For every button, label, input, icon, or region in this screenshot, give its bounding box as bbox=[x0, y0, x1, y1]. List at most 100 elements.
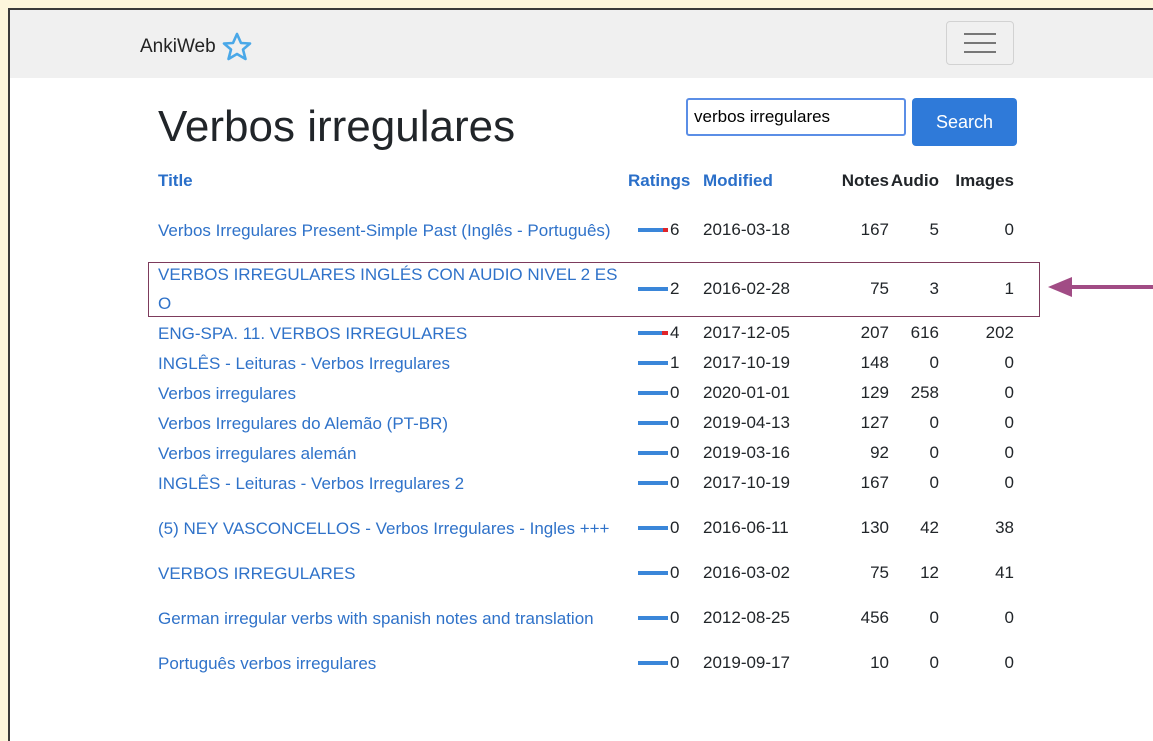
images-count: 0 bbox=[1004, 353, 1014, 372]
rating-count: 0 bbox=[670, 413, 680, 432]
brand[interactable]: AnkiWeb bbox=[140, 30, 254, 64]
search-button[interactable]: Search bbox=[912, 98, 1017, 146]
modified-date: 2019-04-13 bbox=[703, 413, 790, 432]
rating-bar bbox=[638, 287, 668, 291]
audio-count: 0 bbox=[929, 608, 939, 627]
rating-bar bbox=[638, 616, 668, 620]
audio-count: 42 bbox=[920, 518, 939, 537]
notes-count: 10 bbox=[870, 653, 889, 672]
modified-date: 2017-12-05 bbox=[703, 323, 790, 342]
deck-title-link[interactable]: VERBOS IRREGULARES bbox=[158, 559, 628, 588]
search-input[interactable] bbox=[686, 98, 906, 136]
notes-count: 92 bbox=[870, 443, 889, 462]
rating-bar bbox=[638, 228, 668, 232]
table-row: Verbos irregulares alemán 0 2019-03-16 92 0 0 bbox=[158, 438, 1014, 468]
table-row: ENG-SPA. 11. VERBOS IRREGULARES 4 2017-12-… bbox=[158, 318, 1014, 348]
results-table: Title Ratings Modified Notes Audio Image… bbox=[158, 162, 1014, 678]
audio-count: 12 bbox=[920, 563, 939, 582]
rating-count: 0 bbox=[670, 518, 680, 537]
audio-count: 616 bbox=[910, 323, 939, 342]
star-outline-icon bbox=[222, 32, 251, 61]
modified-date: 2016-03-18 bbox=[703, 220, 790, 239]
modified-date: 2017-10-19 bbox=[703, 473, 790, 492]
images-count: 38 bbox=[995, 518, 1014, 537]
header-audio: Audio bbox=[890, 171, 939, 190]
images-count: 0 bbox=[1004, 653, 1014, 672]
deck-title-link[interactable]: VERBOS IRREGULARES INGLÉS CON AUDIO NIVE… bbox=[158, 260, 628, 318]
modified-date: 2016-03-02 bbox=[703, 563, 790, 582]
sort-title-link[interactable]: Title bbox=[158, 171, 193, 190]
rating-cell: 0 bbox=[628, 498, 703, 558]
audio-count: 0 bbox=[929, 653, 939, 672]
rating-cell: 0 bbox=[628, 648, 703, 678]
modified-date: 2019-03-16 bbox=[703, 443, 790, 462]
deck-title-link[interactable]: (5) NEY VASCONCELLOS - Verbos Irregulare… bbox=[158, 514, 628, 543]
sort-modified-link[interactable]: Modified bbox=[703, 171, 773, 190]
audio-count: 3 bbox=[929, 279, 939, 298]
deck-title-link[interactable]: Verbos Irregulares do Alemão (PT-BR) bbox=[158, 409, 628, 438]
rating-count: 1 bbox=[670, 353, 680, 372]
deck-title-cell: Verbos Irregulares Present-Simple Past (… bbox=[158, 200, 628, 260]
notes-count: 456 bbox=[860, 608, 889, 627]
modified-date: 2016-06-11 bbox=[703, 518, 789, 537]
hamburger-menu-button[interactable] bbox=[946, 21, 1014, 65]
notes-count: 129 bbox=[860, 383, 889, 402]
navbar: AnkiWeb bbox=[10, 10, 1153, 78]
rating-cell: 1 bbox=[628, 348, 703, 378]
table-row: INGLÊS - Leituras - Verbos Irregulares 1 2… bbox=[158, 348, 1014, 378]
table-row: Verbos Irregulares Present-Simple Past (… bbox=[158, 200, 1014, 260]
header-title[interactable]: Title bbox=[158, 162, 628, 200]
audio-count: 258 bbox=[910, 383, 939, 402]
rating-cell: 4 bbox=[628, 318, 703, 348]
page-title: Verbos irregulares bbox=[158, 102, 516, 151]
table-row: VERBOS IRREGULARES INGLÉS CON AUDIO NIVE… bbox=[158, 260, 1014, 318]
rating-count: 0 bbox=[670, 383, 680, 402]
audio-count: 5 bbox=[929, 220, 939, 239]
rating-count: 2 bbox=[670, 279, 680, 298]
header-notes: Notes bbox=[841, 171, 889, 190]
deck-title-link[interactable]: INGLÊS - Leituras - Verbos Irregulares 2 bbox=[158, 469, 628, 498]
images-count: 1 bbox=[1004, 279, 1014, 298]
deck-title-link[interactable]: Verbos irregulares alemán bbox=[158, 439, 628, 468]
modified-date: 2020-01-01 bbox=[703, 383, 790, 402]
table-row: VERBOS IRREGULARES 0 2016-03-02 75 12 41 bbox=[158, 558, 1014, 588]
brand-name[interactable]: AnkiWeb bbox=[140, 36, 216, 58]
rating-cell: 0 bbox=[628, 438, 703, 468]
deck-title-link[interactable]: Verbos irregulares bbox=[158, 379, 628, 408]
hamburger-menu-icon bbox=[964, 51, 996, 53]
header-ratings[interactable]: Ratings bbox=[628, 162, 703, 200]
rating-bar bbox=[638, 661, 668, 665]
modified-date: 2012-08-25 bbox=[703, 608, 790, 627]
rating-bar bbox=[638, 331, 668, 335]
deck-title-cell: German irregular verbs with spanish note… bbox=[158, 588, 628, 648]
images-count: 0 bbox=[1004, 413, 1014, 432]
deck-title-link[interactable]: ENG-SPA. 11. VERBOS IRREGULARES bbox=[158, 319, 628, 348]
rating-cell: 0 bbox=[628, 408, 703, 438]
notes-count: 75 bbox=[870, 279, 889, 298]
deck-title-cell: Verbos irregulares bbox=[158, 378, 628, 408]
rating-count: 6 bbox=[670, 220, 680, 239]
header-modified[interactable]: Modified bbox=[703, 162, 821, 200]
deck-title-link[interactable]: Verbos Irregulares Present-Simple Past (… bbox=[158, 216, 628, 245]
table-row: Verbos irregulares 0 2020-01-01 129 258 0 bbox=[158, 378, 1014, 408]
rating-count: 0 bbox=[670, 608, 680, 627]
notes-count: 207 bbox=[860, 323, 889, 342]
images-count: 0 bbox=[1004, 383, 1014, 402]
rating-bar-negative bbox=[663, 228, 668, 232]
table-row: Verbos Irregulares do Alemão (PT-BR) 0 201… bbox=[158, 408, 1014, 438]
deck-title-cell: (5) NEY VASCONCELLOS - Verbos Irregulare… bbox=[158, 498, 628, 558]
hamburger-menu-icon bbox=[964, 33, 996, 35]
rating-bar bbox=[638, 421, 668, 425]
sort-ratings-link[interactable]: Ratings bbox=[628, 171, 690, 190]
images-count: 0 bbox=[1004, 473, 1014, 492]
deck-title-link[interactable]: Português verbos irregulares bbox=[158, 649, 628, 678]
table-row: German irregular verbs with spanish note… bbox=[158, 588, 1014, 648]
rating-cell: 6 bbox=[628, 200, 703, 260]
deck-title-link[interactable]: German irregular verbs with spanish note… bbox=[158, 604, 628, 633]
notes-count: 127 bbox=[860, 413, 889, 432]
deck-title-link[interactable]: INGLÊS - Leituras - Verbos Irregulares bbox=[158, 349, 628, 378]
notes-count: 148 bbox=[860, 353, 889, 372]
deck-title-cell: Português verbos irregulares bbox=[158, 648, 628, 678]
deck-title-cell: ENG-SPA. 11. VERBOS IRREGULARES bbox=[158, 318, 628, 348]
images-count: 41 bbox=[995, 563, 1014, 582]
